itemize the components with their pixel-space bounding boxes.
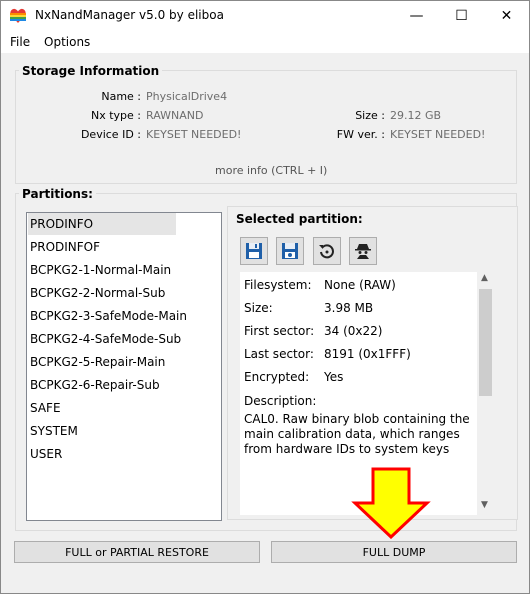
- partition-item-prodinfo[interactable]: PRODINFO: [28, 213, 176, 235]
- menu-file[interactable]: File: [10, 35, 30, 49]
- size-value: 29.12 GB: [390, 109, 442, 122]
- name-value: PhysicalDrive4: [146, 90, 228, 103]
- selected-partition-heading: Selected partition:: [236, 212, 363, 226]
- encrypted-label: Encrypted:: [244, 370, 310, 384]
- partition-item-bcpkg2-6[interactable]: BCPKG2-6-Repair-Sub: [28, 374, 218, 396]
- partition-item-system[interactable]: SYSTEM: [28, 420, 176, 442]
- info-partition-button[interactable]: [349, 237, 377, 265]
- dump-options-button[interactable]: [276, 237, 304, 265]
- nxtype-label: Nx type :: [90, 109, 141, 122]
- menu-bar: File Options: [1, 31, 529, 53]
- description-value: CAL0. Raw binary blob containing the mai…: [244, 412, 470, 456]
- deviceid-value: KEYSET NEEDED!: [146, 128, 242, 141]
- partition-item-user[interactable]: USER: [28, 443, 176, 465]
- dump-button-label: FULL DUMP: [362, 545, 426, 559]
- partition-item-bcpkg2-3[interactable]: BCPKG2-3-SafeMode-Main: [28, 305, 218, 327]
- full-dump-button[interactable]: FULL DUMP: [271, 541, 517, 563]
- partition-size-value: 3.98 MB: [324, 301, 374, 315]
- nxtype-value: RAWNAND: [146, 109, 204, 122]
- minimize-icon: —: [409, 8, 424, 24]
- scroll-thumb[interactable]: [479, 289, 492, 396]
- save-icon: [246, 243, 262, 259]
- name-label: Name :: [101, 90, 141, 103]
- app-window: NxNandManager v5.0 by eliboa — ☐ ✕ File …: [0, 0, 530, 594]
- scroll-up-icon[interactable]: ▲: [481, 273, 488, 283]
- partition-item-safe[interactable]: SAFE: [28, 397, 176, 419]
- more-info-link[interactable]: more info (CTRL + I): [215, 164, 327, 177]
- storage-info-heading: Storage Information: [19, 64, 163, 78]
- first-sector-label: First sector:: [244, 324, 315, 338]
- restore-button-label: FULL or PARTIAL RESTORE: [65, 545, 209, 559]
- first-sector-value: 34 (0x22): [324, 324, 383, 338]
- partition-list[interactable]: PRODINFO PRODINFOF BCPKG2-1-Normal-Main …: [26, 212, 222, 521]
- last-sector-label: Last sector:: [244, 347, 314, 361]
- menu-options[interactable]: Options: [44, 35, 90, 49]
- rainbow-heart-icon: [10, 8, 26, 23]
- partition-item-bcpkg2-4[interactable]: BCPKG2-4-SafeMode-Sub: [28, 328, 218, 350]
- last-sector-value: 8191 (0x1FFF): [324, 347, 411, 361]
- maximize-button[interactable]: ☐: [439, 1, 484, 31]
- title-bar[interactable]: NxNandManager v5.0 by eliboa — ☐ ✕: [1, 1, 529, 31]
- partition-size-label: Size:: [244, 301, 273, 315]
- close-button[interactable]: ✕: [484, 1, 529, 31]
- save-settings-icon: [282, 243, 298, 259]
- maximize-icon: ☐: [455, 8, 468, 24]
- description-label: Description:: [244, 394, 317, 408]
- yellow-arrow-annotation: [351, 467, 431, 539]
- scroll-down-icon[interactable]: ▼: [481, 500, 488, 510]
- partition-item-prodinfof[interactable]: PRODINFOF: [28, 236, 176, 258]
- filesystem-label: Filesystem:: [244, 278, 312, 292]
- partition-item-bcpkg2-1[interactable]: BCPKG2-1-Normal-Main: [28, 259, 218, 281]
- fwver-value: KEYSET NEEDED!: [390, 128, 486, 141]
- window-title: NxNandManager v5.0 by eliboa: [35, 8, 224, 22]
- minimize-button[interactable]: —: [394, 1, 439, 31]
- restore-icon: [319, 244, 334, 259]
- fwver-label: FW ver. :: [336, 128, 385, 141]
- close-icon: ✕: [500, 8, 513, 24]
- deviceid-label: Device ID :: [80, 128, 141, 141]
- dump-partition-button[interactable]: [240, 237, 268, 265]
- partition-item-bcpkg2-2[interactable]: BCPKG2-2-Normal-Sub: [28, 282, 218, 304]
- spy-icon: [355, 244, 371, 259]
- info-scrollbar[interactable]: ▲ ▼: [477, 272, 494, 515]
- full-partial-restore-button[interactable]: FULL or PARTIAL RESTORE: [14, 541, 260, 563]
- encrypted-value: Yes: [324, 370, 344, 384]
- partitions-heading: Partitions:: [19, 187, 96, 201]
- restore-partition-button[interactable]: [313, 237, 341, 265]
- partition-item-bcpkg2-5[interactable]: BCPKG2-5-Repair-Main: [28, 351, 218, 373]
- filesystem-value: None (RAW): [324, 278, 396, 292]
- size-label: Size :: [355, 109, 385, 122]
